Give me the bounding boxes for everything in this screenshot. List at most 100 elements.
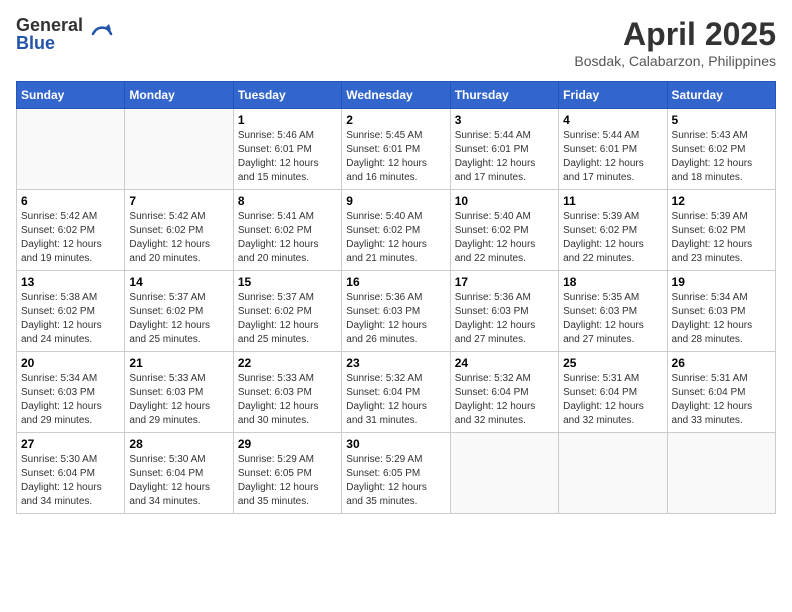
day-info: Sunrise: 5:37 AMSunset: 6:02 PMDaylight:… [238, 291, 337, 347]
calendar-week-row: 27 Sunrise: 5:30 AMSunset: 6:04 PMDayligh… [17, 433, 776, 514]
day-number: 13 [21, 275, 120, 289]
calendar-week-row: 1Sunrise: 5:46 AMSunset: 6:01 PMDaylight… [17, 109, 776, 190]
day-number: 2 [346, 113, 445, 127]
weekday-header-monday: Monday [125, 82, 233, 109]
calendar-cell: 5 Sunrise: 5:43 AMSunset: 6:02 PMDaylight… [667, 109, 775, 190]
day-info: Sunrise: 5:36 AMSunset: 6:03 PMDaylight:… [455, 291, 554, 347]
calendar-cell: 11 Sunrise: 5:39 AMSunset: 6:02 PMDayligh… [559, 190, 667, 271]
logo-blue: Blue [16, 34, 83, 52]
weekday-header-thursday: Thursday [450, 82, 558, 109]
calendar-cell: 2 Sunrise: 5:45 AMSunset: 6:01 PMDaylight… [342, 109, 450, 190]
day-info: Sunrise: 5:33 AMSunset: 6:03 PMDaylight:… [129, 372, 228, 428]
day-info: Sunrise: 5:30 AMSunset: 6:04 PMDaylight:… [129, 453, 228, 509]
title-section: April 2025 Bosdak, Calabarzon, Philippin… [574, 16, 776, 69]
calendar-cell: 7Sunrise: 5:42 AMSunset: 6:02 PMDaylight… [125, 190, 233, 271]
logo: General Blue [16, 16, 113, 52]
calendar-cell: 26Sunrise: 5:31 AMSunset: 6:04 PMDayligh… [667, 352, 775, 433]
logo-general: General [16, 16, 83, 34]
calendar-cell: 17 Sunrise: 5:36 AMSunset: 6:03 PMDayligh… [450, 271, 558, 352]
day-number: 23 [346, 356, 445, 370]
day-info: Sunrise: 5:36 AMSunset: 6:03 PMDaylight:… [346, 291, 445, 347]
day-info: Sunrise: 5:31 AMSunset: 6:04 PMDaylight:… [672, 372, 771, 428]
calendar-cell: 19 Sunrise: 5:34 AMSunset: 6:03 PMDayligh… [667, 271, 775, 352]
day-info: Sunrise: 5:44 AMSunset: 6:01 PMDaylight:… [455, 129, 554, 185]
day-number: 8 [238, 194, 337, 208]
day-info: Sunrise: 5:31 AMSunset: 6:04 PMDaylight:… [563, 372, 662, 428]
day-number: 18 [563, 275, 662, 289]
calendar-cell: 6Sunrise: 5:42 AMSunset: 6:02 PMDaylight… [17, 190, 125, 271]
calendar-cell: 24 Sunrise: 5:32 AMSunset: 6:04 PMDayligh… [450, 352, 558, 433]
weekday-header-tuesday: Tuesday [233, 82, 341, 109]
day-number: 11 [563, 194, 662, 208]
day-info: Sunrise: 5:29 AMSunset: 6:05 PMDaylight:… [238, 453, 337, 509]
day-info: Sunrise: 5:34 AMSunset: 6:03 PMDaylight:… [672, 291, 771, 347]
calendar-cell [17, 109, 125, 190]
day-info: Sunrise: 5:44 AMSunset: 6:01 PMDaylight:… [563, 129, 662, 185]
month-title: April 2025 [574, 16, 776, 53]
calendar-cell [667, 433, 775, 514]
weekday-header-saturday: Saturday [667, 82, 775, 109]
day-info: Sunrise: 5:39 AMSunset: 6:02 PMDaylight:… [563, 210, 662, 266]
weekday-header-wednesday: Wednesday [342, 82, 450, 109]
calendar-cell: 13Sunrise: 5:38 AMSunset: 6:02 PMDayligh… [17, 271, 125, 352]
day-number: 17 [455, 275, 554, 289]
day-info: Sunrise: 5:37 AMSunset: 6:02 PMDaylight:… [129, 291, 228, 347]
calendar-cell: 21Sunrise: 5:33 AMSunset: 6:03 PMDayligh… [125, 352, 233, 433]
day-info: Sunrise: 5:40 AMSunset: 6:02 PMDaylight:… [455, 210, 554, 266]
calendar-cell: 12 Sunrise: 5:39 AMSunset: 6:02 PMDayligh… [667, 190, 775, 271]
calendar-cell: 28 Sunrise: 5:30 AMSunset: 6:04 PMDayligh… [125, 433, 233, 514]
header: General Blue April 2025 Bosdak, Calabarz… [16, 16, 776, 69]
day-number: 6 [21, 194, 120, 208]
calendar-cell: 29Sunrise: 5:29 AMSunset: 6:05 PMDayligh… [233, 433, 341, 514]
day-info: Sunrise: 5:35 AMSunset: 6:03 PMDaylight:… [563, 291, 662, 347]
day-info: Sunrise: 5:32 AMSunset: 6:04 PMDaylight:… [455, 372, 554, 428]
calendar-cell: 23 Sunrise: 5:32 AMSunset: 6:04 PMDayligh… [342, 352, 450, 433]
day-number: 25 [563, 356, 662, 370]
calendar-cell: 16 Sunrise: 5:36 AMSunset: 6:03 PMDayligh… [342, 271, 450, 352]
day-number: 20 [21, 356, 120, 370]
day-info: Sunrise: 5:45 AMSunset: 6:01 PMDaylight:… [346, 129, 445, 185]
calendar-cell: 10 Sunrise: 5:40 AMSunset: 6:02 PMDayligh… [450, 190, 558, 271]
day-info: Sunrise: 5:30 AMSunset: 6:04 PMDaylight:… [21, 453, 120, 509]
day-info: Sunrise: 5:29 AMSunset: 6:05 PMDaylight:… [346, 453, 445, 509]
day-number: 19 [672, 275, 771, 289]
calendar-cell: 8 Sunrise: 5:41 AMSunset: 6:02 PMDaylight… [233, 190, 341, 271]
calendar-cell: 14 Sunrise: 5:37 AMSunset: 6:02 PMDayligh… [125, 271, 233, 352]
day-number: 3 [455, 113, 554, 127]
day-number: 27 [21, 437, 120, 451]
day-info: Sunrise: 5:42 AMSunset: 6:02 PMDaylight:… [129, 210, 228, 266]
calendar-table: SundayMondayTuesdayWednesdayThursdayFrid… [16, 81, 776, 514]
calendar-cell: 4Sunrise: 5:44 AMSunset: 6:01 PMDaylight… [559, 109, 667, 190]
day-info: Sunrise: 5:46 AMSunset: 6:01 PMDaylight:… [238, 129, 337, 185]
day-number: 24 [455, 356, 554, 370]
calendar-cell: 27 Sunrise: 5:30 AMSunset: 6:04 PMDayligh… [17, 433, 125, 514]
day-info: Sunrise: 5:32 AMSunset: 6:04 PMDaylight:… [346, 372, 445, 428]
calendar-cell [450, 433, 558, 514]
day-number: 12 [672, 194, 771, 208]
day-number: 28 [129, 437, 228, 451]
weekday-header-row: SundayMondayTuesdayWednesdayThursdayFrid… [17, 82, 776, 109]
day-number: 9 [346, 194, 445, 208]
day-number: 10 [455, 194, 554, 208]
weekday-header-sunday: Sunday [17, 82, 125, 109]
day-number: 16 [346, 275, 445, 289]
location-subtitle: Bosdak, Calabarzon, Philippines [574, 53, 776, 69]
calendar-cell: 3 Sunrise: 5:44 AMSunset: 6:01 PMDaylight… [450, 109, 558, 190]
day-info: Sunrise: 5:39 AMSunset: 6:02 PMDaylight:… [672, 210, 771, 266]
calendar-week-row: 6 Sunrise: 5:42 AMSunset: 6:02 PMDaylight… [17, 190, 776, 271]
day-info: Sunrise: 5:41 AMSunset: 6:02 PMDaylight:… [238, 210, 337, 266]
calendar-week-row: 13Sunrise: 5:38 AMSunset: 6:02 PMDayligh… [17, 271, 776, 352]
day-info: Sunrise: 5:43 AMSunset: 6:02 PMDaylight:… [672, 129, 771, 185]
day-number: 15 [238, 275, 337, 289]
calendar-week-row: 20 Sunrise: 5:34 AMSunset: 6:03 PMDayligh… [17, 352, 776, 433]
calendar-cell [125, 109, 233, 190]
calendar-cell [559, 433, 667, 514]
calendar-cell: 20 Sunrise: 5:34 AMSunset: 6:03 PMDayligh… [17, 352, 125, 433]
day-number: 14 [129, 275, 228, 289]
calendar-cell: 18 Sunrise: 5:35 AMSunset: 6:03 PMDayligh… [559, 271, 667, 352]
day-info: Sunrise: 5:34 AMSunset: 6:03 PMDaylight:… [21, 372, 120, 428]
calendar-cell: 15 Sunrise: 5:37 AMSunset: 6:02 PMDayligh… [233, 271, 341, 352]
day-number: 5 [672, 113, 771, 127]
day-info: Sunrise: 5:40 AMSunset: 6:02 PMDaylight:… [346, 210, 445, 266]
calendar-cell: 25 Sunrise: 5:31 AMSunset: 6:04 PMDayligh… [559, 352, 667, 433]
